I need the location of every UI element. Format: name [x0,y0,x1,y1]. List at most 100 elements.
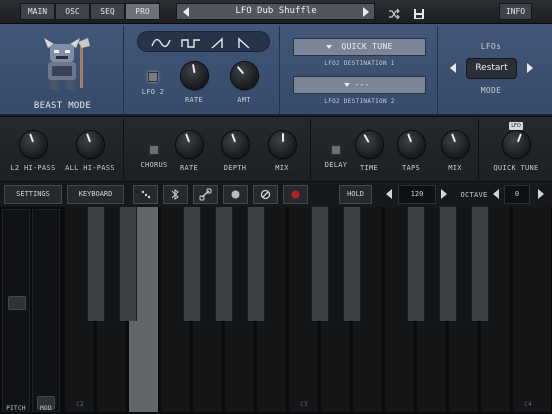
chorus-toggle[interactable] [149,145,159,155]
beast-mode-label: BEAST MODE [33,101,92,111]
black-key[interactable] [215,207,233,321]
hold-button[interactable]: HOLD [339,185,372,204]
black-key[interactable] [247,207,265,321]
black-key[interactable] [407,207,425,321]
octave-up-icon[interactable] [538,189,544,199]
chorus-depth-knob[interactable] [222,131,249,158]
record-button[interactable] [223,185,248,204]
preset-name: LFO Dub Shuffle [235,6,317,16]
settings-button[interactable]: SETTINGS [4,185,62,204]
quick-tune-knob[interactable] [503,131,530,158]
mode-prev-icon[interactable] [450,63,456,73]
white-key[interactable] [513,207,552,412]
chorus-label: CHORUS [140,161,168,169]
link-button[interactable] [193,185,218,204]
tab-osc[interactable]: OSC [55,3,90,20]
panel-divider [310,119,311,180]
destination-2-label: LFO2 DESTINATION 2 [324,98,395,105]
lfos-label: LFOs [480,42,502,51]
black-key[interactable] [183,207,201,321]
randomize-icon[interactable] [388,5,400,20]
destination-1-label: LFO2 DESTINATION 1 [324,60,395,67]
delay-taps-knob[interactable] [398,131,425,158]
destination-2-value: --- [354,80,370,89]
all-hipass-label: ALL HI-PASS [65,164,115,172]
quick-tune-label: QUICK TUNE [493,164,539,172]
beast-mascot-icon [38,36,98,94]
all-hipass-knob[interactable] [77,131,104,158]
dot-icon [231,190,240,199]
black-key[interactable] [471,207,489,321]
tempo-up-icon[interactable] [441,189,447,199]
black-key[interactable] [87,207,105,321]
black-key[interactable] [343,207,361,321]
delay-taps-label: TAPS [401,164,421,172]
pitch-wheel-handle[interactable] [8,296,26,310]
arpeggiator-icon [141,190,151,199]
octave-c2-label: C2 [76,401,84,408]
link-icon [199,188,212,201]
l2-hipass-label: L2 HI-PASS [10,164,56,172]
tab-pro[interactable]: PRO [125,3,160,20]
save-icon[interactable] [413,5,425,19]
record-icon [291,190,300,199]
lfo-amt-label: AMT [237,96,251,104]
stop-all-icon [260,189,271,200]
tempo-display[interactable]: 120 [398,185,436,204]
tempo-down-icon[interactable] [386,189,392,199]
black-key[interactable] [311,207,329,321]
octave-display[interactable]: 0 [504,185,530,204]
panic-button[interactable] [253,185,278,204]
octave-c4-label: C4 [524,401,532,408]
pitch-wheel[interactable] [2,209,30,412]
delay-mix-knob[interactable] [442,131,469,158]
bluetooth-button[interactable] [163,185,188,204]
lfo2-toggle[interactable] [148,72,158,82]
synth-app: MAIN OSC SEQ PRO LFO Dub Shuffle INFO BE… [0,0,552,414]
preset-prev-icon[interactable] [183,7,189,17]
black-key[interactable] [439,207,457,321]
panel-divider [279,26,280,114]
chorus-depth-label: DEPTH [223,164,247,172]
arpeggiator-button[interactable] [133,185,158,204]
mode-label: MODE [480,86,502,95]
l2-hipass-knob[interactable] [20,131,47,158]
chorus-mix-label: MIX [275,164,289,172]
chorus-rate-label: RATE [179,164,199,172]
delay-time-label: TIME [359,164,379,172]
mod-label: MOD [40,405,52,412]
chorus-rate-knob[interactable] [176,131,203,158]
delay-toggle[interactable] [331,145,341,155]
delay-time-knob[interactable] [356,131,383,158]
tab-main[interactable]: MAIN [20,3,55,20]
info-button[interactable]: INFO [499,3,532,20]
mod-wheel[interactable] [32,209,60,412]
lfo-badge: LFO [509,122,523,130]
delay-label: DELAY [324,161,348,169]
octave-down-icon[interactable] [493,189,499,199]
panel-divider [123,119,124,180]
tab-seq[interactable]: SEQ [90,3,125,20]
black-key[interactable] [119,207,137,321]
preset-next-icon[interactable] [363,7,369,17]
lfo-rate-knob[interactable] [181,62,208,89]
sine-wave-icon[interactable] [151,35,171,48]
lfo-amt-knob[interactable] [231,62,258,89]
keyboard-button[interactable]: KEYBOARD [67,185,124,204]
chorus-mix-knob[interactable] [269,131,296,158]
rec-button[interactable] [283,185,308,204]
panel-divider [437,26,438,114]
panel-divider [478,119,479,180]
lfo-mode-button[interactable]: Restart [466,58,517,79]
pitch-label: PITCH [6,405,26,412]
square-wave-icon[interactable] [181,35,201,48]
lfo2-label: LFO 2 [141,88,165,96]
octave-label: OCTAVE [460,191,488,199]
panel-divider [123,26,124,114]
destination-1-value: QUICK TUNE [341,42,393,51]
mode-next-icon[interactable] [527,63,533,73]
octave-c3-label: C3 [300,401,308,408]
lfo-rate-label: RATE [184,96,204,104]
saw-down-wave-icon[interactable] [237,35,253,49]
saw-up-wave-icon[interactable] [211,35,227,49]
